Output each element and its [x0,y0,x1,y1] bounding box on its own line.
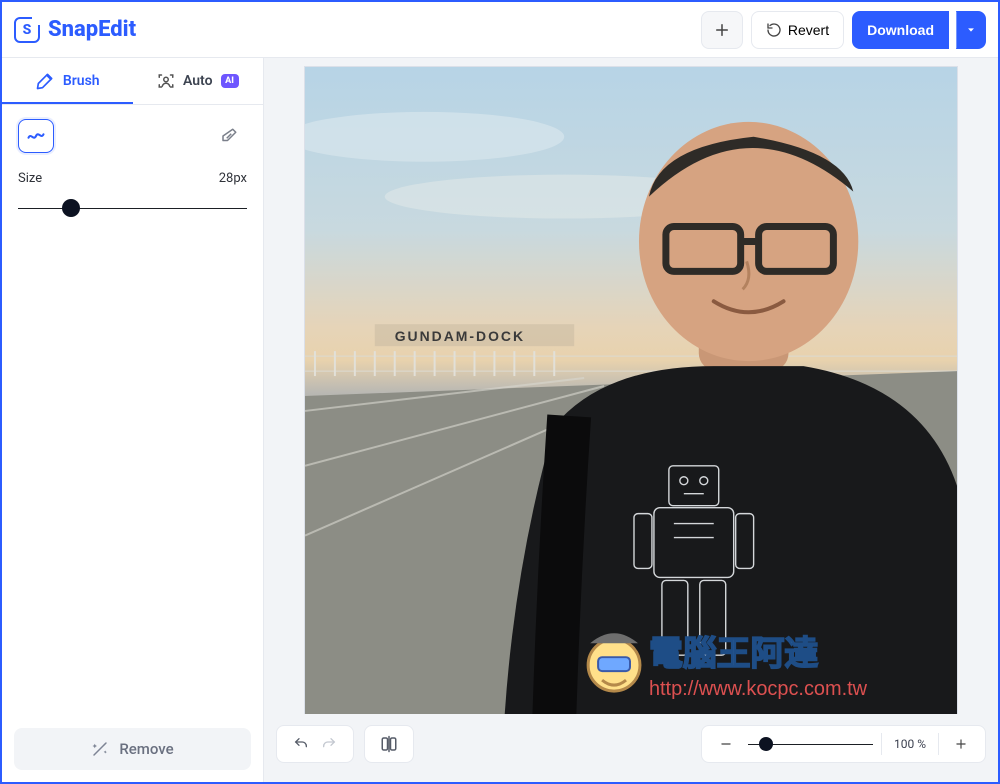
zoom-slider[interactable] [748,737,873,751]
brand[interactable]: S SnapEdit [14,17,136,43]
compare-button[interactable] [375,730,403,758]
brand-mark-icon: S [14,17,40,43]
app-header: S SnapEdit Revert Download [2,2,998,58]
download-label: Download [867,22,934,38]
zoom-in-button[interactable] [947,730,975,758]
download-button[interactable]: Download [852,11,949,49]
magic-wand-icon [91,740,109,758]
watermark-url: http://www.kocpc.com.tw [649,678,868,700]
zoom-slider-thumb[interactable] [759,737,773,751]
scene-sign-text: GUNDAM-DOCK [395,328,525,344]
size-label: Size [18,171,42,186]
tool-tabs: Brush Auto AI [2,58,263,105]
brush-size-slider[interactable] [18,196,247,220]
ai-badge: AI [221,74,239,88]
undo-button[interactable] [287,730,315,758]
plus-icon [713,21,731,39]
remove-label: Remove [119,740,173,758]
tab-auto-label: Auto [183,73,213,89]
tab-auto[interactable]: Auto AI [133,58,264,104]
brush-icon [35,71,55,91]
zoom-controls: 100 % [701,725,986,763]
download-options-button[interactable] [956,11,986,49]
tab-brush-label: Brush [63,73,100,89]
scan-person-icon [157,72,175,90]
zoom-out-button[interactable] [712,730,740,758]
eraser-icon [220,127,238,145]
image-canvas[interactable]: GUNDAM-DOCK [304,66,958,714]
canvas-bottom-bar: 100 % [276,718,986,770]
size-value: 28px [219,171,247,186]
revert-icon [766,22,782,38]
redo-icon [321,736,337,752]
history-controls [276,725,354,763]
compare-control[interactable] [364,725,414,763]
plus-small-icon [954,737,968,751]
redo-button[interactable] [315,730,343,758]
brush-panel: Size 28px [2,105,263,234]
tab-brush[interactable]: Brush [2,58,133,104]
brand-name: SnapEdit [48,17,136,42]
undo-icon [293,736,309,752]
brush-size-thumb[interactable] [62,199,80,217]
squiggle-icon [26,126,46,146]
zoom-value: 100 % [881,733,939,755]
left-panel: Brush Auto AI Size 28px [2,58,264,782]
revert-label: Revert [788,22,829,38]
minus-icon [719,737,733,751]
canvas-viewport[interactable]: GUNDAM-DOCK [264,58,998,714]
add-button[interactable] [701,11,743,49]
compare-icon [380,735,398,753]
remove-button[interactable]: Remove [14,728,251,770]
canvas-area: GUNDAM-DOCK [264,58,998,782]
draw-tool-button[interactable] [18,119,54,153]
revert-button[interactable]: Revert [751,11,844,49]
caret-down-icon [966,25,976,35]
erase-tool-button[interactable] [211,119,247,153]
watermark-text: 電腦王阿達 [649,635,819,673]
